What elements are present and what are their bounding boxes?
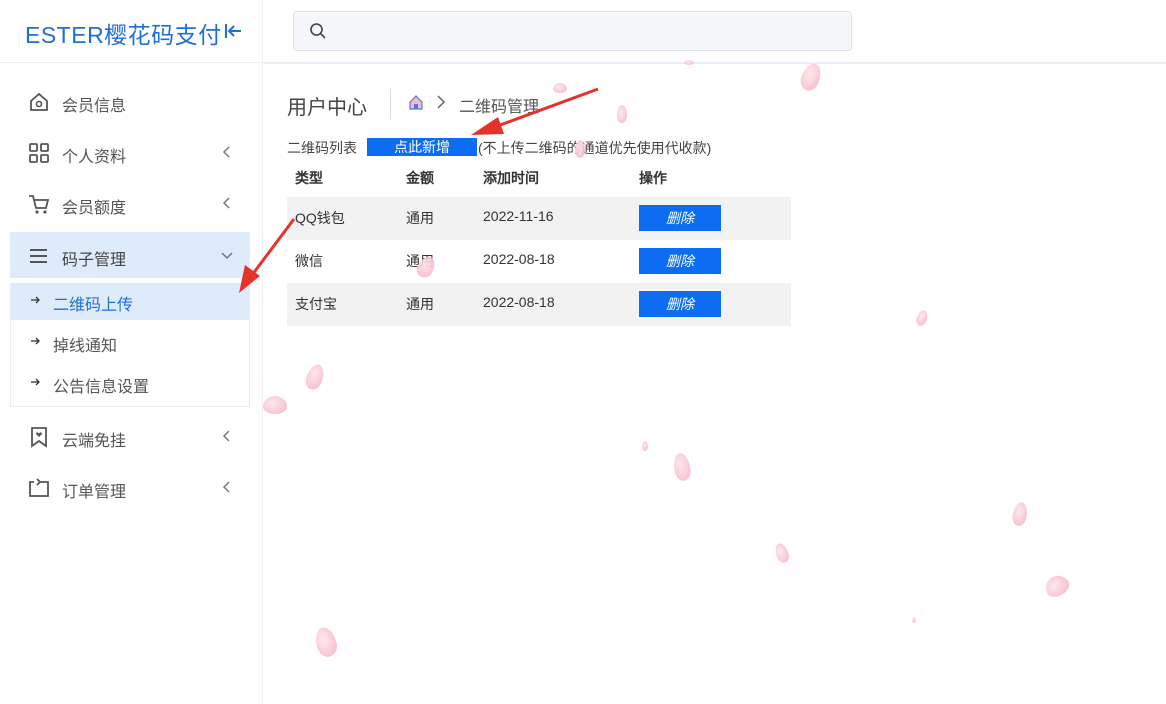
breadcrumb-chevron-icon (437, 95, 446, 109)
sidebar-item-label: 会员信息 (62, 98, 127, 115)
submenu-item-label: 掉线通知 (53, 338, 118, 355)
menu-icon (30, 249, 47, 263)
sidebar-item-label: 订单管理 (62, 484, 127, 501)
chevron-left-icon (222, 481, 230, 493)
submenu-item-qrcode-upload[interactable]: 二维码上传 (11, 283, 250, 320)
sidebar-item-label: 码子管理 (62, 252, 127, 269)
submenu-item-label: 二维码上传 (53, 297, 134, 314)
submenu-item-offline-notice[interactable]: 掉线通知 (11, 324, 250, 361)
title-divider (390, 89, 391, 119)
petal-decoration (553, 83, 567, 93)
bookmark-icon (31, 427, 47, 448)
transfer-icon (29, 478, 49, 497)
cell-amount: 通用 (406, 296, 434, 312)
brand-header: ESTER樱花码支付 (0, 0, 262, 63)
cart-icon (29, 195, 50, 214)
sidebar-item-profile[interactable]: 个人资料 (10, 129, 250, 175)
column-header-added-time: 添加时间 (483, 170, 539, 186)
topbar (263, 0, 1166, 64)
page-title: 用户中心 (287, 97, 367, 119)
arrow-right-icon (31, 337, 40, 345)
add-qrcode-button[interactable]: 点此新增 (367, 138, 477, 156)
chevron-left-icon (222, 430, 230, 442)
cell-type: 微信 (295, 253, 323, 269)
code-management-submenu: 二维码上传 掉线通知 公告信息设置 (10, 283, 250, 407)
petal-decoration (617, 105, 627, 123)
cell-date: 2022-08-18 (483, 294, 555, 310)
column-header-type: 类型 (295, 170, 323, 186)
sidebar-item-orders[interactable]: 订单管理 (10, 464, 250, 510)
cell-type: 支付宝 (295, 296, 337, 312)
submenu-item-label: 公告信息设置 (53, 379, 150, 396)
brand-title: ESTER樱花码支付 (25, 22, 222, 48)
submenu-item-announcement-settings[interactable]: 公告信息设置 (11, 365, 250, 402)
sidebar-item-label: 会员额度 (62, 200, 127, 217)
table-row: QQ钱包 通用 2022-11-16 删除 (287, 197, 791, 240)
table-row: 支付宝 通用 2022-08-18 删除 (287, 283, 791, 326)
chevron-left-icon (222, 197, 230, 209)
sidebar: ESTER樱花码支付 会员信息 个人资料 会员额度 码子管理 二维码上传 掉线通… (0, 0, 263, 704)
cell-amount: 通用 (406, 210, 434, 226)
sidebar-item-label: 云端免挂 (62, 433, 127, 450)
sidebar-item-quota[interactable]: 会员额度 (10, 180, 250, 226)
sidebar-item-cloud[interactable]: 云端免挂 (10, 413, 250, 459)
chevron-left-icon (222, 146, 230, 158)
delete-button[interactable]: 删除 (639, 291, 721, 317)
search-input[interactable] (293, 11, 852, 51)
grid-icon (29, 143, 49, 163)
search-icon (310, 23, 326, 39)
cell-type: QQ钱包 (295, 210, 345, 226)
sidebar-item-label: 个人资料 (62, 149, 127, 166)
arrow-right-icon (31, 296, 40, 304)
petal-decoration (575, 140, 585, 158)
sidebar-item-code-management[interactable]: 码子管理 (10, 232, 250, 278)
collapse-sidebar-icon[interactable] (223, 21, 243, 41)
delete-button[interactable]: 删除 (639, 205, 721, 231)
chevron-down-icon (221, 252, 233, 260)
column-header-amount: 金额 (406, 170, 434, 186)
arrow-right-icon (31, 378, 40, 386)
table-row: 微信 通用 2022-08-18 删除 (287, 240, 791, 283)
upload-hint: (不上传二维码的通道优先使用代收款) (478, 140, 712, 156)
home-icon (30, 92, 48, 111)
petal-decoration (642, 441, 648, 451)
delete-button[interactable]: 删除 (639, 248, 721, 274)
breadcrumb-home-icon[interactable] (408, 94, 424, 110)
petal-decoration (912, 617, 916, 623)
sidebar-item-member-info[interactable]: 会员信息 (10, 78, 250, 124)
petal-decoration (263, 396, 287, 414)
main-content: 用户中心 二维码管理 二维码列表 点此新增 (不上传二维码的通道优先使用代收款)… (263, 64, 1166, 704)
column-header-action: 操作 (639, 170, 667, 186)
qrcode-list-label: 二维码列表 (287, 140, 357, 156)
breadcrumb-current: 二维码管理 (459, 99, 540, 116)
cell-date: 2022-08-18 (483, 251, 555, 267)
petal-decoration (684, 60, 694, 65)
cell-date: 2022-11-16 (483, 208, 554, 224)
